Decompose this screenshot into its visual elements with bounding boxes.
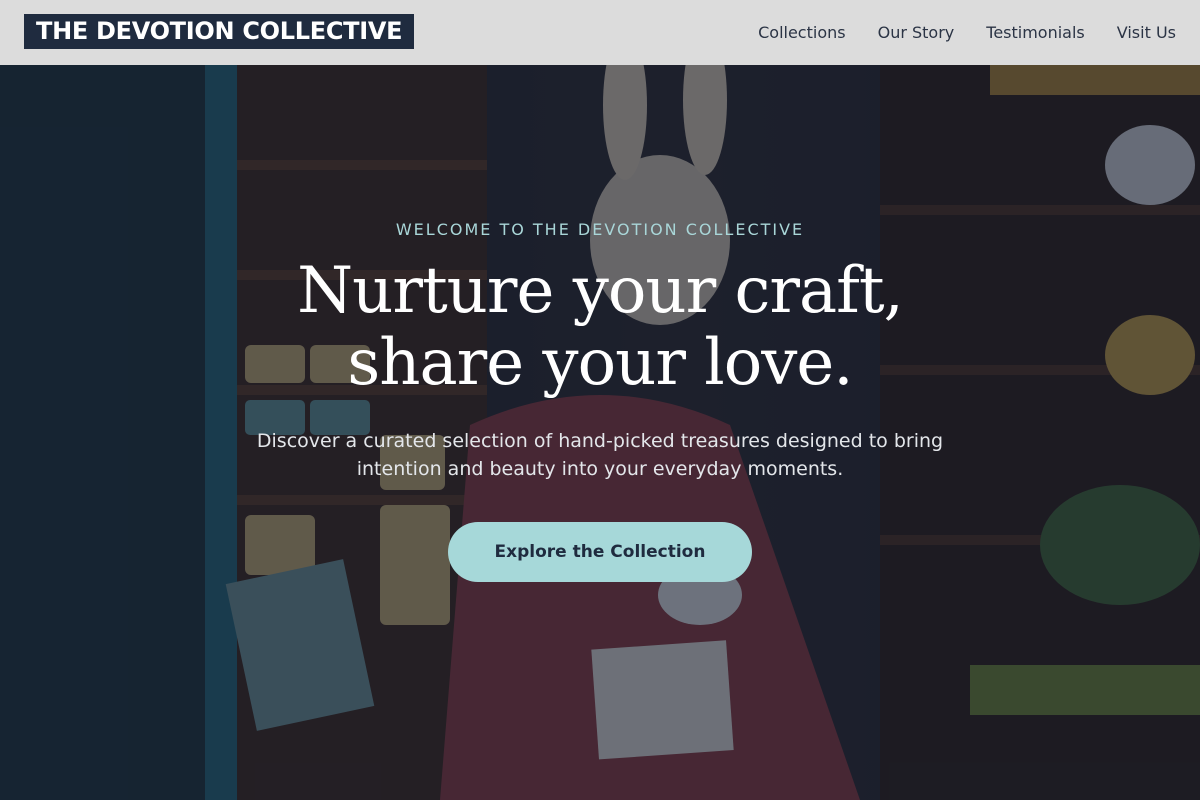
site-header: THE DEVOTION COLLECTIVE Collections Our … — [0, 0, 1200, 65]
hero-headline: Nurture your craft, share your love. — [297, 254, 904, 400]
nav-link-visit-us[interactable]: Visit Us — [1117, 23, 1176, 42]
explore-collection-button[interactable]: Explore the Collection — [448, 522, 752, 582]
nav-link-collections[interactable]: Collections — [758, 23, 845, 42]
main-nav: Collections Our Story Testimonials Visit… — [758, 0, 1176, 65]
hero-subtitle: Discover a curated selection of hand-pic… — [256, 430, 944, 480]
hero-section: WELCOME TO THE DEVOTION COLLECTIVE Nurtu… — [0, 65, 1200, 800]
nav-link-our-story[interactable]: Our Story — [878, 23, 955, 42]
hero-content: WELCOME TO THE DEVOTION COLLECTIVE Nurtu… — [0, 65, 1200, 800]
hero-eyebrow: WELCOME TO THE DEVOTION COLLECTIVE — [395, 220, 805, 239]
nav-link-testimonials[interactable]: Testimonials — [986, 23, 1085, 42]
brand-logo[interactable]: THE DEVOTION COLLECTIVE — [24, 14, 415, 49]
